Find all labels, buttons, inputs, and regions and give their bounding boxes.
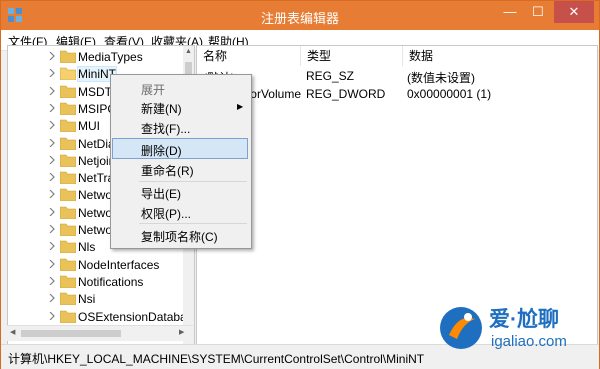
context-menu: 展开 新建(N) ▶ 查找(F)... 删除(D) 重命名(R) 导出(E) 权限… (110, 74, 252, 249)
watermark-url: igaliao.com (491, 333, 567, 350)
context-expand-item[interactable]: 展开 (113, 78, 247, 98)
folder-icon (60, 171, 76, 185)
tree-item[interactable]: Nsi (8, 290, 182, 308)
expand-arrow-icon[interactable] (49, 138, 55, 147)
expand-arrow-icon[interactable] (49, 103, 55, 112)
folder-icon (60, 119, 76, 133)
context-rename-item[interactable]: 重命名(R) (113, 159, 247, 179)
expand-arrow-icon[interactable] (49, 276, 55, 285)
expand-arrow-icon[interactable] (49, 86, 55, 95)
context-find-item[interactable]: 查找(F)... (113, 117, 247, 137)
tree-item[interactable]: NodeInterfaces (8, 256, 182, 274)
folder-icon (60, 67, 76, 81)
tree-item-label: Netwo (78, 205, 113, 220)
tree-item[interactable]: Notifications (8, 273, 182, 291)
expand-arrow-icon[interactable] (49, 225, 55, 233)
column-header-name[interactable]: 名称 (197, 46, 301, 66)
registry-editor-window: 注册表编辑器 — ☐ ✕ 文件(F) 编辑(E) 查看(V) 收藏夹(A) 帮助… (0, 0, 600, 369)
expand-arrow-icon[interactable] (49, 121, 55, 130)
column-header-type[interactable]: 类型 (301, 46, 403, 66)
context-export-item[interactable]: 导出(E) (113, 182, 247, 202)
folder-icon (60, 102, 76, 115)
folder-icon (60, 85, 76, 98)
expand-arrow-icon[interactable] (49, 242, 55, 251)
folder-icon (60, 223, 76, 236)
tree-item[interactable]: MediaTypes (8, 48, 182, 66)
title-bar[interactable]: 注册表编辑器 — ☐ ✕ (1, 1, 599, 30)
folder-icon (60, 240, 76, 254)
scroll-right-arrow-icon[interactable]: ▶ (179, 328, 184, 336)
expand-arrow-icon[interactable] (49, 294, 55, 303)
tree-item-label: OSExtensionDataba (78, 309, 187, 324)
expand-arrow-icon[interactable] (49, 173, 55, 182)
context-copy-key-name-item[interactable]: 复制项名称(C) (113, 225, 247, 245)
watermark: 爱·尬聊 igaliao.com (431, 303, 600, 353)
folder-icon (60, 292, 76, 306)
tree-item-label: MUI (78, 119, 100, 134)
submenu-arrow-icon: ▶ (237, 102, 244, 111)
value-row-data: (数值未设置) (407, 71, 475, 85)
tree-item-label: Notifications (78, 274, 144, 289)
folder-icon (60, 189, 76, 202)
value-row-type: REG_DWORD (306, 87, 386, 101)
folder-icon (60, 50, 76, 63)
folder-icon (60, 275, 76, 288)
expand-arrow-icon[interactable] (49, 52, 55, 60)
folder-icon (60, 206, 76, 219)
tree-item-label: MediaTypes (78, 50, 143, 64)
watermark-logo-icon (440, 307, 482, 349)
folder-icon (60, 137, 76, 150)
context-separator (139, 223, 247, 224)
expand-arrow-icon[interactable] (49, 69, 55, 78)
folder-icon (60, 310, 76, 323)
watermark-text: 爱·尬聊 (489, 308, 559, 331)
value-row-data: 0x00000001 (1) (407, 87, 492, 101)
folder-icon (60, 154, 76, 167)
tree-item[interactable]: OSExtensionDataba (8, 308, 187, 326)
maximize-button[interactable]: ☐ (524, 1, 552, 23)
context-new-item[interactable]: 新建(N) ▶ (113, 97, 247, 117)
expand-arrow-icon[interactable] (49, 207, 55, 216)
tree-item-label: Nls (78, 240, 96, 255)
tree-item-label: Nsi (78, 292, 96, 307)
tree-item-label: Netwo (78, 223, 113, 237)
status-path: 计算机\HKEY_LOCAL_MACHINE\SYSTEM\CurrentCon… (8, 352, 425, 366)
folder-icon (60, 258, 76, 271)
context-delete-item[interactable]: 删除(D) (112, 138, 248, 159)
expand-arrow-icon[interactable] (49, 155, 55, 164)
context-permissions-item[interactable]: 权限(P)... (113, 202, 247, 222)
scroll-up-arrow-icon[interactable]: ▲ (184, 48, 193, 60)
expand-arrow-icon[interactable] (49, 259, 55, 268)
tree-item-label: Netwo (78, 188, 113, 203)
expand-arrow-icon[interactable] (49, 311, 55, 320)
scroll-left-arrow-icon[interactable]: ◀ (10, 328, 15, 336)
tree-item-label: NodeInterfaces (78, 257, 160, 272)
close-button[interactable]: ✕ (554, 1, 594, 23)
tree-item-label: NetTra (78, 171, 115, 186)
expand-arrow-icon[interactable] (49, 190, 55, 199)
value-row-type: REG_SZ (306, 69, 355, 83)
minimize-button[interactable]: — (496, 1, 524, 23)
tree-horizontal-scrollbar[interactable]: ◀ ▶ (7, 325, 193, 341)
scroll-thumb-horizontal[interactable] (21, 330, 121, 337)
values-list[interactable]: 名称 类型 数据 (默认) REG_SZ (数值未设置) AllowRefsFo… (196, 45, 598, 345)
column-header-data[interactable]: 数据 (403, 46, 597, 66)
